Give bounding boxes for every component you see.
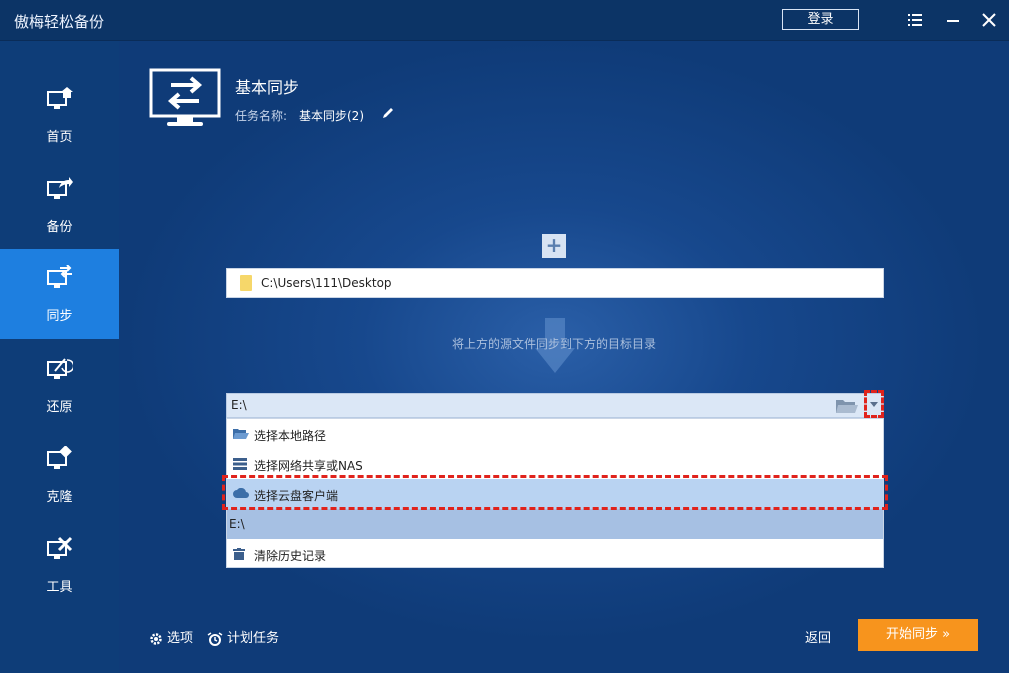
options-button[interactable]: 选项 <box>149 627 193 646</box>
source-path: C:\Users\111\Desktop <box>261 276 392 290</box>
server-icon <box>233 458 247 470</box>
main-panel: 基本同步 任务名称: 基本同步(2) + C:\Users\111\Deskto… <box>120 41 1009 673</box>
sidebar-item-tools[interactable]: 工具 <box>0 520 119 610</box>
restore-icon <box>47 358 73 379</box>
menu-item-local-path[interactable]: 选择本地路径 <box>227 419 883 449</box>
folder-icon <box>240 275 252 291</box>
sync-hint: 将上方的源文件同步到下方的目标目录 <box>452 337 657 351</box>
source-path-field[interactable]: C:\Users\111\Desktop <box>226 268 884 298</box>
sync-monitor-icon <box>149 68 221 126</box>
close-icon[interactable] <box>978 9 1000 31</box>
pencil-icon[interactable] <box>382 107 394 119</box>
highlight-dropdown-toggle <box>864 390 884 418</box>
home-icon <box>47 87 73 109</box>
sidebar-item-clone[interactable]: 克隆 <box>0 430 119 520</box>
sidebar-item-home[interactable]: 首页 <box>0 70 119 160</box>
sidebar-item-backup[interactable]: 备份 <box>0 160 119 250</box>
login-button[interactable]: 登录 <box>782 9 859 30</box>
clone-icon <box>47 446 72 469</box>
backup-icon <box>47 177 73 199</box>
title-bar: 傲梅轻松备份 登录 <box>0 0 1009 41</box>
browse-folder-icon[interactable] <box>835 397 859 415</box>
tools-icon <box>47 536 73 559</box>
back-button[interactable]: 返回 <box>805 627 831 646</box>
menu-icon[interactable] <box>904 9 926 31</box>
sidebar-item-sync[interactable]: 同步 <box>0 249 119 339</box>
gear-icon <box>150 632 162 645</box>
add-source-button[interactable]: + <box>542 234 566 258</box>
destination-path-field[interactable]: E:\ <box>226 393 884 418</box>
app-title: 傲梅轻松备份 <box>14 13 105 31</box>
start-sync-button[interactable]: 开始同步 » <box>858 619 978 651</box>
destination-path: E:\ <box>231 398 247 412</box>
sync-icon <box>47 265 72 288</box>
sidebar-item-restore[interactable]: 还原 <box>0 340 119 430</box>
task-name-value: 基本同步(2) <box>299 109 364 123</box>
alarm-clock-icon <box>207 631 223 646</box>
schedule-button[interactable]: 计划任务 <box>207 627 279 646</box>
menu-item-clear-history[interactable]: 清除历史记录 <box>227 539 883 569</box>
highlight-cloud-option <box>222 475 888 510</box>
task-type-title: 基本同步 <box>235 78 300 97</box>
minimize-icon[interactable] <box>942 9 964 31</box>
folder-open-icon <box>233 429 249 439</box>
sidebar: 首页 备份 同步 还原 克隆 工具 <box>0 41 119 673</box>
trash-icon <box>233 548 245 560</box>
menu-item-history-path[interactable]: E:\ <box>227 509 883 539</box>
task-name-label: 任务名称: <box>235 109 288 123</box>
